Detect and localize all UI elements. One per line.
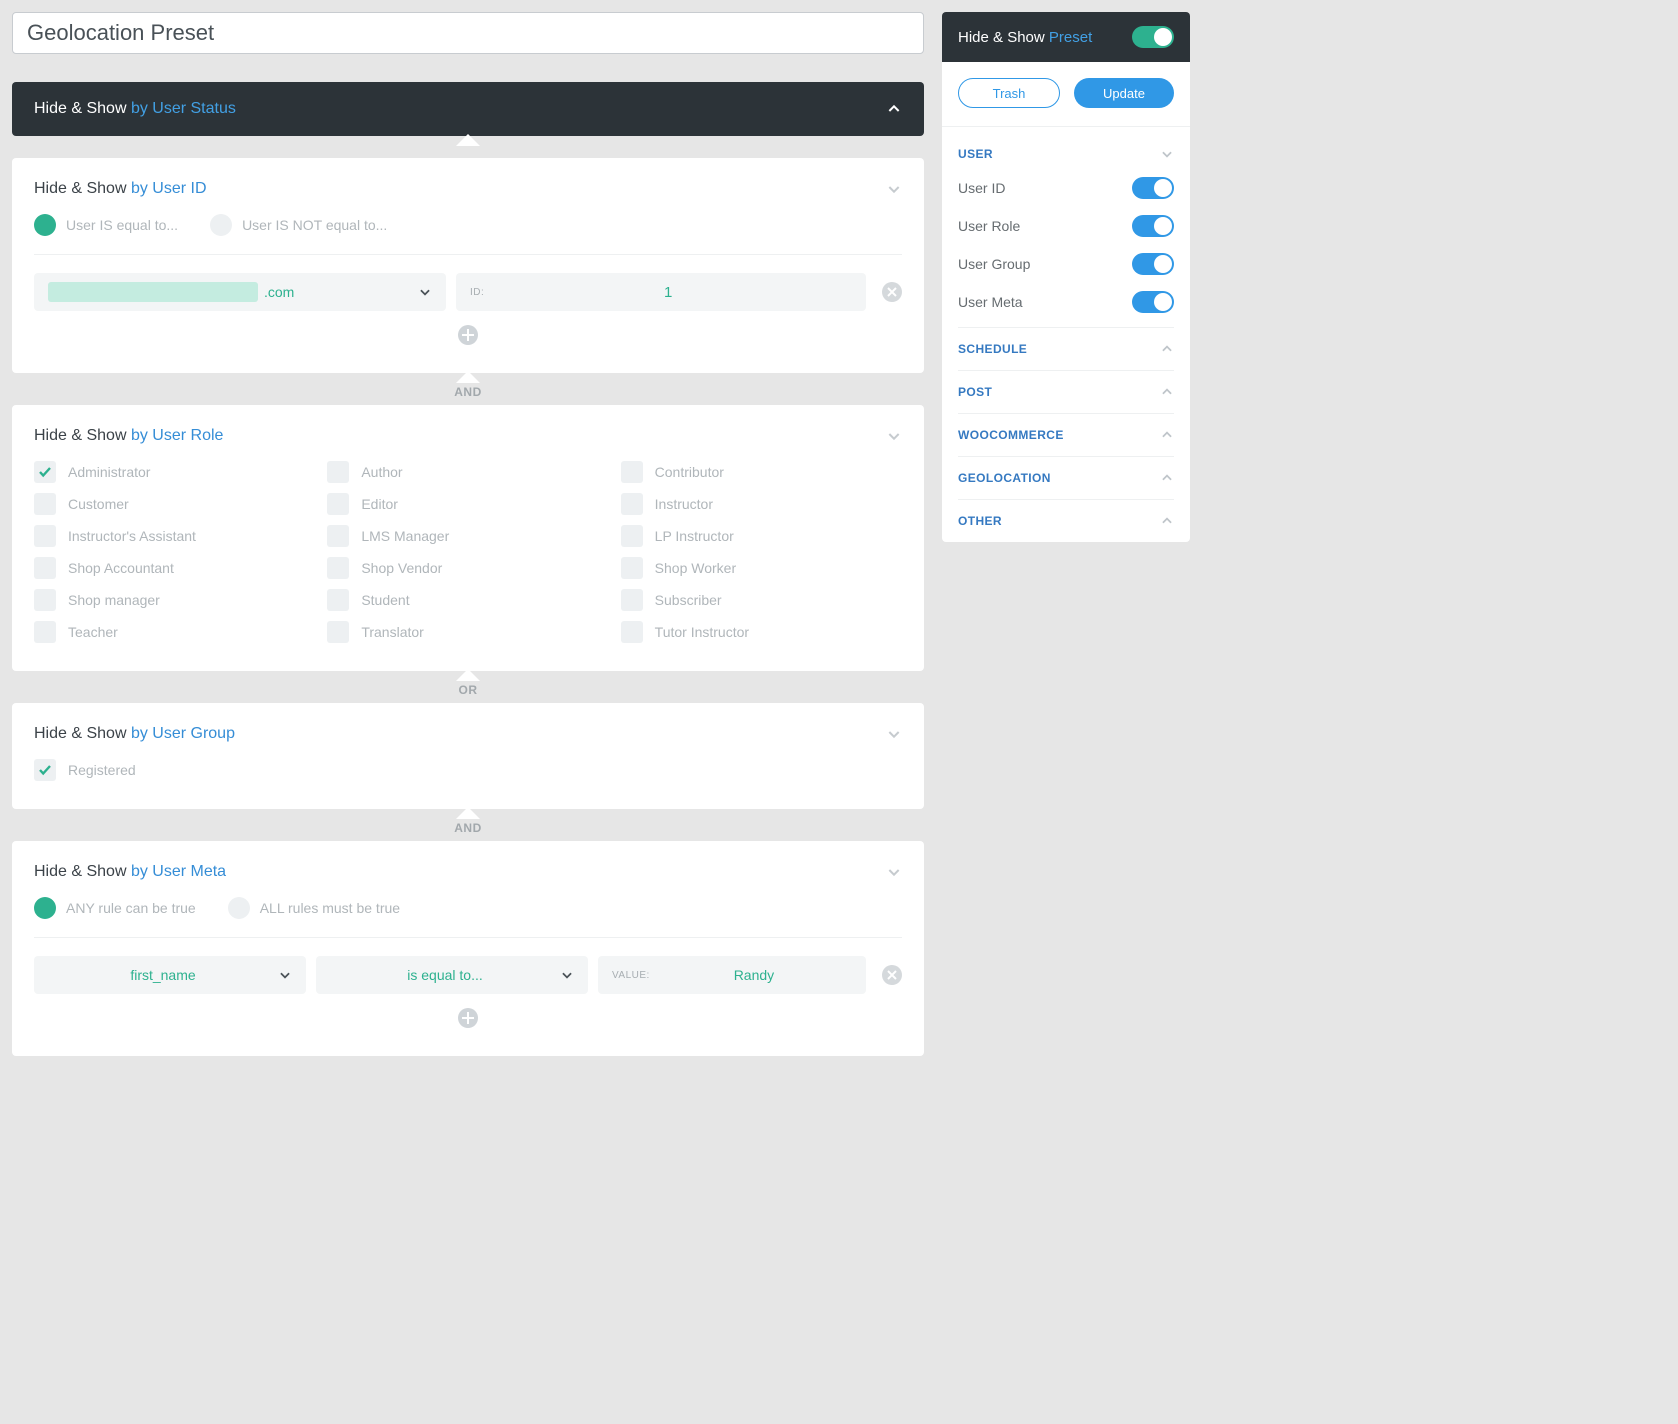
role-checkbox[interactable]: Contributor xyxy=(621,461,902,483)
user-id-field: ID: 1 xyxy=(456,273,866,311)
panel-title: Hide & Show by User ID xyxy=(34,180,207,198)
panel-user-group: Hide & Show by User Group Registered xyxy=(12,703,924,809)
panel-title: Hide & Show by User Meta xyxy=(34,863,226,881)
chevron-down-icon[interactable] xyxy=(886,864,902,880)
chevron-down-icon xyxy=(560,968,574,982)
toggle[interactable] xyxy=(1132,177,1174,199)
radio-user-equal[interactable]: User IS equal to... xyxy=(34,214,178,236)
preset-enable-toggle[interactable] xyxy=(1132,26,1174,48)
joiner-and: AND xyxy=(12,373,924,405)
role-checkbox[interactable]: Shop manager xyxy=(34,589,315,611)
toggle[interactable] xyxy=(1132,215,1174,237)
chevron-up-icon xyxy=(1160,342,1174,356)
radio-any-rule[interactable]: ANY rule can be true xyxy=(34,897,196,919)
role-checkbox[interactable]: Instructor's Assistant xyxy=(34,525,315,547)
section-title: Hide & Show by User Status xyxy=(34,100,236,118)
panel-user-role: Hide & Show by User Role Administrator Au… xyxy=(12,405,924,671)
sidebar-toggle: User Role xyxy=(958,207,1174,245)
toggle[interactable] xyxy=(1132,291,1174,313)
role-checkbox[interactable]: Teacher xyxy=(34,621,315,643)
chevron-up-icon xyxy=(1160,514,1174,528)
role-checkbox[interactable]: Student xyxy=(327,589,608,611)
sidebar-toggle: User Group xyxy=(958,245,1174,283)
panel-user-id: Hide & Show by User ID User IS equal to.… xyxy=(12,158,924,373)
add-row-icon[interactable] xyxy=(458,1008,478,1028)
role-checkbox[interactable]: Author xyxy=(327,461,608,483)
role-checkbox[interactable]: LMS Manager xyxy=(327,525,608,547)
remove-row-icon[interactable] xyxy=(882,282,902,302)
meta-op-select[interactable]: is equal to... xyxy=(316,956,588,994)
joiner-or: OR xyxy=(12,671,924,703)
section-user-status[interactable]: Hide & Show by User Status xyxy=(12,82,924,136)
add-row-icon[interactable] xyxy=(458,325,478,345)
chevron-down-icon xyxy=(1160,147,1174,161)
section-user[interactable]: USER xyxy=(958,139,1174,169)
role-checkbox[interactable]: Shop Accountant xyxy=(34,557,315,579)
user-select[interactable]: .com xyxy=(34,273,446,311)
trash-button[interactable]: Trash xyxy=(958,78,1060,108)
sidebar-toggle: User ID xyxy=(958,169,1174,207)
chevron-up-icon xyxy=(1160,428,1174,442)
section-collapsed[interactable]: SCHEDULE xyxy=(958,327,1174,370)
chevron-down-icon xyxy=(278,968,292,982)
checkbox-registered[interactable]: Registered xyxy=(34,759,902,781)
toggle[interactable] xyxy=(1132,253,1174,275)
chevron-down-icon xyxy=(418,285,432,299)
preset-title-input[interactable] xyxy=(12,12,924,54)
joiner-and: AND xyxy=(12,809,924,841)
remove-row-icon[interactable] xyxy=(882,965,902,985)
section-collapsed[interactable]: GEOLOCATION xyxy=(958,456,1174,499)
chevron-up-icon xyxy=(886,101,902,117)
panel-title: Hide & Show by User Group xyxy=(34,725,235,743)
update-button[interactable]: Update xyxy=(1074,78,1174,108)
role-checkbox[interactable]: Tutor Instructor xyxy=(621,621,902,643)
radio-all-rules[interactable]: ALL rules must be true xyxy=(228,897,400,919)
sidebar: Hide & Show Preset Trash Update USER Use… xyxy=(942,12,1190,542)
section-collapsed[interactable]: OTHER xyxy=(958,499,1174,542)
section-collapsed[interactable]: POST xyxy=(958,370,1174,413)
role-checkbox[interactable]: LP Instructor xyxy=(621,525,902,547)
chevron-up-icon xyxy=(1160,471,1174,485)
panel-user-meta: Hide & Show by User Meta ANY rule can be… xyxy=(12,841,924,1056)
role-checkbox[interactable]: Administrator xyxy=(34,461,315,483)
sidebar-title: Hide & Show Preset xyxy=(942,12,1190,62)
section-collapsed[interactable]: WOOCOMMERCE xyxy=(958,413,1174,456)
sidebar-toggle: User Meta xyxy=(958,283,1174,321)
meta-key-select[interactable]: first_name xyxy=(34,956,306,994)
role-checkbox[interactable]: Translator xyxy=(327,621,608,643)
chevron-up-icon xyxy=(1160,385,1174,399)
role-checkbox[interactable]: Instructor xyxy=(621,493,902,515)
role-checkbox[interactable]: Editor xyxy=(327,493,608,515)
role-checkbox[interactable]: Shop Worker xyxy=(621,557,902,579)
role-checkbox[interactable]: Subscriber xyxy=(621,589,902,611)
role-checkbox[interactable]: Customer xyxy=(34,493,315,515)
chevron-down-icon[interactable] xyxy=(886,181,902,197)
radio-user-not-equal[interactable]: User IS NOT equal to... xyxy=(210,214,387,236)
role-checkbox[interactable]: Shop Vendor xyxy=(327,557,608,579)
panel-title: Hide & Show by User Role xyxy=(34,427,223,445)
chevron-down-icon[interactable] xyxy=(886,726,902,742)
chevron-down-icon[interactable] xyxy=(886,428,902,444)
meta-value-input[interactable]: VALUE: Randy xyxy=(598,956,866,994)
